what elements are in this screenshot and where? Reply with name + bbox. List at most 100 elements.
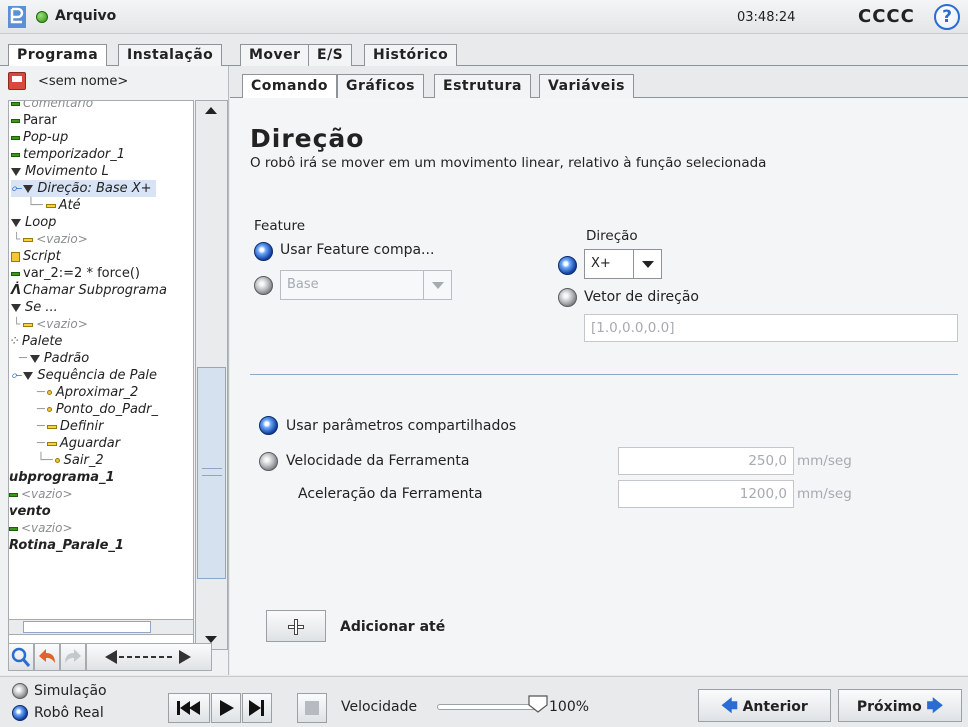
add-until-button[interactable] — [266, 610, 326, 642]
tree-item-selected[interactable]: ⟜ Direção: Base X+ — [11, 180, 156, 197]
expand-collapse-button[interactable] — [86, 643, 212, 671]
tree-item[interactable]: Movimento L — [11, 163, 109, 180]
tree-item[interactable]: Loop — [11, 214, 56, 231]
expand-triangle-icon[interactable] — [23, 184, 34, 193]
real-robot-option[interactable]: Robô Real — [12, 705, 104, 725]
tab-variaveis[interactable]: Variáveis — [539, 74, 634, 98]
tree-branch-icon: └─ — [37, 453, 53, 468]
tool-speed-radio[interactable] — [259, 452, 278, 471]
tree-branch-icon: └ — [13, 317, 21, 331]
tree-item[interactable]: <vazio> — [9, 520, 73, 537]
tab-historico[interactable]: Histórico — [364, 44, 458, 66]
tab-comando[interactable]: Comando — [242, 74, 338, 98]
tree-item[interactable]: └ <vazio> — [13, 316, 88, 333]
tree-item[interactable]: vento — [9, 503, 51, 520]
feature-select: Base — [280, 270, 452, 300]
scrollbar-thumb[interactable] — [23, 621, 151, 633]
tree-item[interactable]: ⟜ Sequência de Pale — [11, 367, 157, 384]
base-radio[interactable] — [254, 276, 273, 295]
use-feature-radio[interactable] — [254, 242, 273, 261]
command-icon — [11, 152, 20, 157]
tab-instalacao[interactable]: Instalação — [118, 44, 223, 66]
direction-vector-radio[interactable] — [558, 288, 577, 307]
tree-item[interactable]: var_2:=2 * force() — [11, 265, 140, 282]
tree-item[interactable]: ubprograma_1 — [9, 469, 115, 486]
tool-speed-label[interactable]: Velocidade da Ferramenta — [286, 453, 469, 469]
simulation-option[interactable]: Simulação — [12, 683, 107, 703]
section-divider — [250, 374, 958, 375]
tool-speed-unit: mm/seg — [797, 453, 852, 469]
robot-name: CCCC — [858, 6, 915, 27]
speed-slider[interactable] — [437, 704, 541, 710]
add-until-label[interactable]: Adicionar até — [340, 619, 445, 635]
empty-icon — [23, 322, 34, 327]
scroll-down-icon[interactable] — [205, 636, 217, 643]
expand-triangle-icon[interactable] — [11, 218, 21, 227]
use-feature-label[interactable]: Usar Feature compa... — [280, 242, 434, 258]
tree-item[interactable]: ─ Aguardar — [37, 435, 120, 452]
tab-es[interactable]: E/S — [308, 44, 353, 66]
tree-branch-icon: └ — [13, 232, 21, 246]
tree-item[interactable]: ─ Definir — [37, 418, 103, 435]
next-button[interactable]: Próximo 🡆 — [838, 689, 962, 722]
command-tabs: Comando Gráficos Estrutura Variáveis — [230, 74, 968, 98]
empty-icon — [9, 492, 18, 497]
tree-vertical-scrollbar[interactable] — [195, 100, 228, 650]
arrow-left-icon: 🡄 — [721, 696, 738, 715]
search-button[interactable] — [8, 643, 34, 671]
tree-item[interactable]: Parar — [11, 112, 57, 129]
expand-triangle-icon[interactable] — [11, 167, 21, 176]
expand-triangle-icon[interactable] — [23, 371, 34, 380]
tree-branch-icon: ─ — [19, 351, 27, 366]
tree-item[interactable]: ─ Ponto_do_Padr_ — [37, 401, 158, 418]
speed-slider-handle[interactable] — [527, 695, 549, 713]
tree-item[interactable]: Se ... — [11, 299, 58, 316]
program-tree[interactable]: Comentário Parar Pop-up temporizador_1 M… — [8, 100, 194, 650]
direction-select[interactable]: X+ — [584, 249, 662, 279]
shared-params-label[interactable]: Usar parâmetros compartilhados — [286, 418, 516, 434]
stop-button[interactable] — [297, 693, 327, 723]
file-menu[interactable]: Arquivo — [55, 8, 116, 24]
tree-item[interactable]: ⁘ Palete — [9, 333, 62, 350]
tree-item[interactable]: └─ Até — [27, 197, 81, 214]
shared-params-radio[interactable] — [259, 416, 278, 435]
tab-graficos[interactable]: Gráficos — [337, 74, 424, 98]
step-button[interactable] — [242, 693, 272, 723]
tree-item[interactable]: Script — [11, 248, 61, 265]
undo-button[interactable] — [34, 643, 60, 671]
redo-button[interactable] — [60, 643, 86, 671]
play-button[interactable] — [211, 693, 241, 723]
scroll-up-icon[interactable] — [205, 107, 217, 114]
expand-triangle-icon[interactable] — [11, 303, 21, 312]
expand-triangle-icon[interactable] — [29, 354, 40, 363]
tree-horizontal-scrollbar[interactable] — [8, 619, 194, 635]
direction-axis-radio[interactable] — [558, 256, 577, 275]
direction-vector-label[interactable]: Vetor de direção — [584, 289, 699, 305]
tree-item[interactable]: temporizador_1 — [11, 146, 125, 163]
save-icon[interactable] — [8, 72, 26, 90]
chevron-down-icon[interactable] — [633, 250, 661, 278]
tree-item[interactable]: └─ Sair_2 — [37, 452, 104, 469]
help-icon[interactable]: ? — [934, 4, 960, 30]
tree-item[interactable]: Rotina_Parale_1 — [9, 537, 124, 554]
scrollbar-thumb[interactable] — [197, 367, 226, 579]
tree-item[interactable]: ─ Aproximar_2 — [37, 384, 138, 401]
empty-icon — [9, 526, 18, 531]
tree-item[interactable]: ─ Padrão — [19, 350, 89, 367]
rewind-button[interactable] — [168, 693, 210, 723]
page-description: O robô irá se mover em um movimento line… — [250, 155, 767, 171]
tree-item[interactable]: <vazio> — [9, 486, 73, 503]
command-icon — [11, 101, 20, 106]
direction-label: Direção — [586, 228, 638, 244]
simulation-radio[interactable] — [12, 683, 28, 699]
tab-estrutura[interactable]: Estrutura — [434, 74, 531, 98]
tree-item[interactable]: Pop-up — [11, 129, 68, 146]
tree-item[interactable]: ᐲ Chamar Subprograma — [11, 282, 167, 299]
tree-item[interactable]: └ <vazio> — [13, 231, 88, 248]
previous-button[interactable]: 🡄 Anterior — [698, 689, 831, 722]
tab-programa[interactable]: Programa — [8, 44, 108, 67]
real-robot-radio[interactable] — [12, 705, 28, 721]
tree-item[interactable]: Comentário — [11, 101, 93, 112]
feature-label: Feature — [254, 218, 306, 234]
tab-mover[interactable]: Mover — [240, 44, 310, 66]
